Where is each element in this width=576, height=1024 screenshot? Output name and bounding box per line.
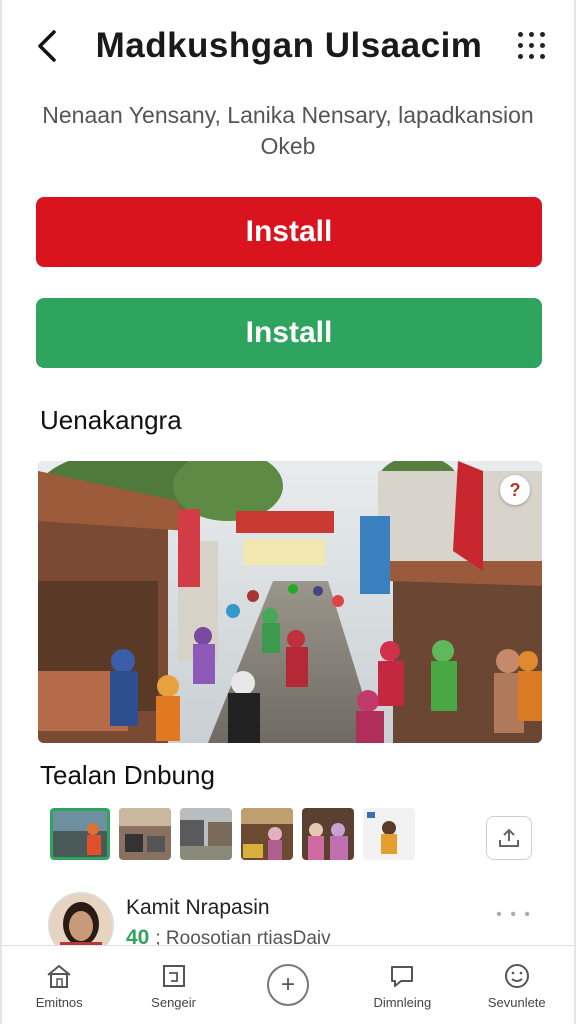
calendar-icon (162, 964, 185, 987)
nav-item-calendar[interactable]: Sengeir (124, 961, 224, 1010)
comment-item[interactable]: Kamit Nrapasin 40; Roosotian rtiasDaiv •… (46, 890, 542, 948)
nav-label-chat: Dimnleing (373, 994, 432, 1010)
nav-item-home[interactable]: Emitnos (9, 961, 109, 1010)
nav-label-profile: Sevunlete (487, 994, 546, 1010)
nav-item-profile[interactable]: Sevunlete (467, 961, 567, 1010)
street-photo[interactable]: ? (38, 461, 542, 743)
nav-label-calendar: Sengeir (151, 994, 196, 1010)
comment-more-icon[interactable]: • • • (496, 906, 532, 924)
nav-label-home: Emitnos (35, 994, 83, 1010)
upload-icon (499, 828, 519, 847)
profile-icon (504, 963, 529, 988)
street-scene-image (38, 461, 542, 743)
home-icon (47, 964, 71, 988)
help-badge[interactable]: ? (500, 475, 530, 505)
thumbnail-3[interactable] (180, 808, 232, 860)
install-button-primary[interactable]: Install (36, 197, 542, 267)
thumbnail-1[interactable] (50, 808, 110, 860)
back-button[interactable] (32, 26, 62, 66)
install-button-secondary[interactable]: Install (36, 298, 542, 368)
gallery-section-title: Uenakangra (40, 405, 182, 435)
chevron-left-icon (38, 30, 56, 62)
page-title: Madkushgan Ulsaacim (95, 26, 483, 65)
add-icon: + (266, 964, 309, 1006)
thumbnail-6[interactable] (363, 808, 415, 860)
thumbs-section-title: Tealan Dnbung (40, 760, 215, 790)
upload-button[interactable] (486, 816, 532, 860)
chat-icon (391, 965, 414, 987)
more-dots-icon (518, 32, 523, 37)
page-subtitle: Nenaan Yensany, Lanika Nensary, lapadkan… (42, 102, 534, 159)
top-bar: Madkushgan Ulsaacim (2, 0, 574, 92)
thumbnail-strip (50, 808, 415, 860)
thumbnail-5[interactable] (302, 808, 354, 860)
bottom-navigation: Emitnos Sengeir + Dimnleing Sevunlete (2, 945, 574, 1024)
more-options-button[interactable] (516, 30, 548, 62)
thumbnail-4[interactable] (241, 808, 293, 860)
nav-item-add[interactable]: + (238, 964, 338, 1006)
avatar[interactable] (48, 892, 114, 948)
thumbnail-2[interactable] (119, 808, 171, 860)
app-screen: Madkushgan Ulsaacim Nenaan Yensany, Lani… (0, 0, 576, 1024)
comment-author[interactable]: Kamit Nrapasin (126, 896, 270, 920)
nav-item-chat[interactable]: Dimnleing (352, 961, 452, 1010)
